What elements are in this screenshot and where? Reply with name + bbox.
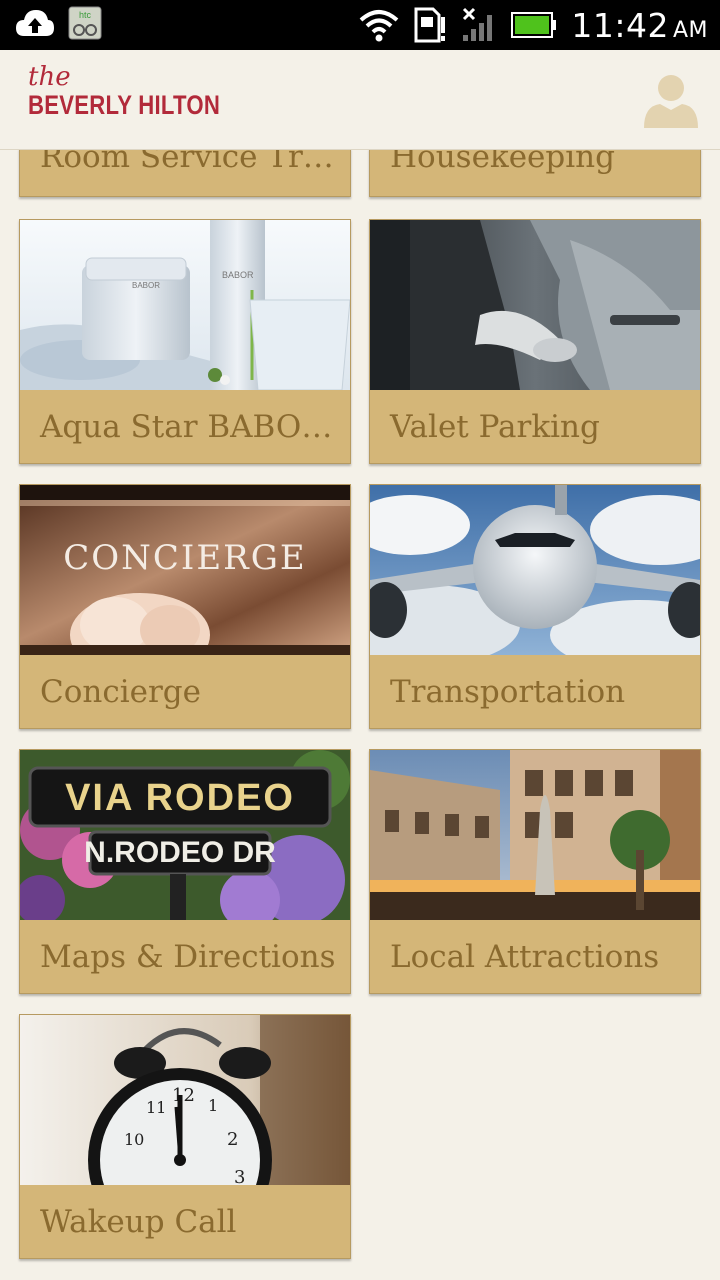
status-clock: 11:42 AM bbox=[571, 5, 708, 45]
profile-avatar-icon[interactable] bbox=[642, 70, 700, 130]
tile-label: Room Service Tr… bbox=[40, 150, 334, 175]
rodeo-sign-image: VIA RODEO N.RODEO DR bbox=[20, 750, 350, 920]
beverly-hilton-logo[interactable]: the BEVERLY HILTON bbox=[28, 64, 262, 120]
tile-label: Maps & Directions bbox=[40, 938, 336, 975]
svg-text:1: 1 bbox=[208, 1096, 218, 1115]
svg-text:BABOR: BABOR bbox=[132, 281, 160, 290]
tile-label: Local Attractions bbox=[390, 938, 660, 975]
cloud-upload-icon bbox=[16, 10, 54, 36]
rodeo-drive-image bbox=[370, 750, 700, 920]
svg-text:10: 10 bbox=[124, 1130, 144, 1149]
tile-aqua-star-babor[interactable]: BABOR BABOR Aqua Star BABO… bbox=[19, 219, 351, 464]
tile-label: Wakeup Call bbox=[40, 1203, 237, 1240]
tile-label: Concierge bbox=[40, 673, 201, 710]
tile-housekeeping[interactable]: Housekeeping bbox=[369, 150, 701, 197]
tile-valet-parking[interactable]: Valet Parking bbox=[369, 219, 701, 464]
svg-text:11: 11 bbox=[146, 1098, 166, 1117]
alarm-clock-image: 12 1 2 3 11 10 bbox=[20, 1015, 350, 1185]
svg-text:3: 3 bbox=[234, 1167, 245, 1185]
tile-label: Aqua Star BABO… bbox=[40, 408, 333, 445]
signal-none-icon bbox=[463, 7, 493, 41]
battery-full-icon bbox=[511, 12, 557, 38]
wifi-icon bbox=[360, 10, 399, 42]
svg-text:2: 2 bbox=[227, 1129, 238, 1150]
tile-label: Housekeeping bbox=[390, 150, 615, 175]
tile-concierge[interactable]: CONCIERGE Concierge bbox=[19, 484, 351, 729]
valet-image bbox=[370, 220, 700, 390]
concierge-image: CONCIERGE bbox=[20, 485, 350, 655]
tile-transportation[interactable]: Transportation bbox=[369, 484, 701, 729]
htc-sense-icon: htc bbox=[68, 6, 102, 40]
sign-text-bottom: N.RODEO DR bbox=[84, 836, 276, 869]
tile-room-service[interactable]: Room Service Tr… bbox=[19, 150, 351, 197]
sim-alert-icon bbox=[414, 7, 446, 43]
svg-text:BABOR: BABOR bbox=[222, 270, 254, 280]
concierge-plaque-text: CONCIERGE bbox=[63, 538, 306, 578]
sign-text-top: VIA RODEO bbox=[65, 777, 295, 819]
services-grid: Room Service Tr… Housekeeping BABOR BABO… bbox=[0, 150, 720, 1280]
status-bar: htc 11:42 AM bbox=[0, 0, 720, 50]
tile-label: Transportation bbox=[390, 673, 626, 710]
tile-maps-directions[interactable]: VIA RODEO N.RODEO DR Maps & Directions bbox=[19, 749, 351, 994]
tile-label: Valet Parking bbox=[390, 408, 600, 445]
tile-local-attractions[interactable]: Local Attractions bbox=[369, 749, 701, 994]
app-header: the BEVERLY HILTON bbox=[0, 50, 720, 150]
svg-text:12: 12 bbox=[172, 1085, 195, 1106]
tile-wakeup-call[interactable]: 12 1 2 3 11 10 Wakeup Call bbox=[19, 1014, 351, 1259]
spa-products-image: BABOR BABOR bbox=[20, 220, 350, 390]
airplane-image bbox=[370, 485, 700, 655]
svg-text:htc: htc bbox=[79, 10, 92, 20]
